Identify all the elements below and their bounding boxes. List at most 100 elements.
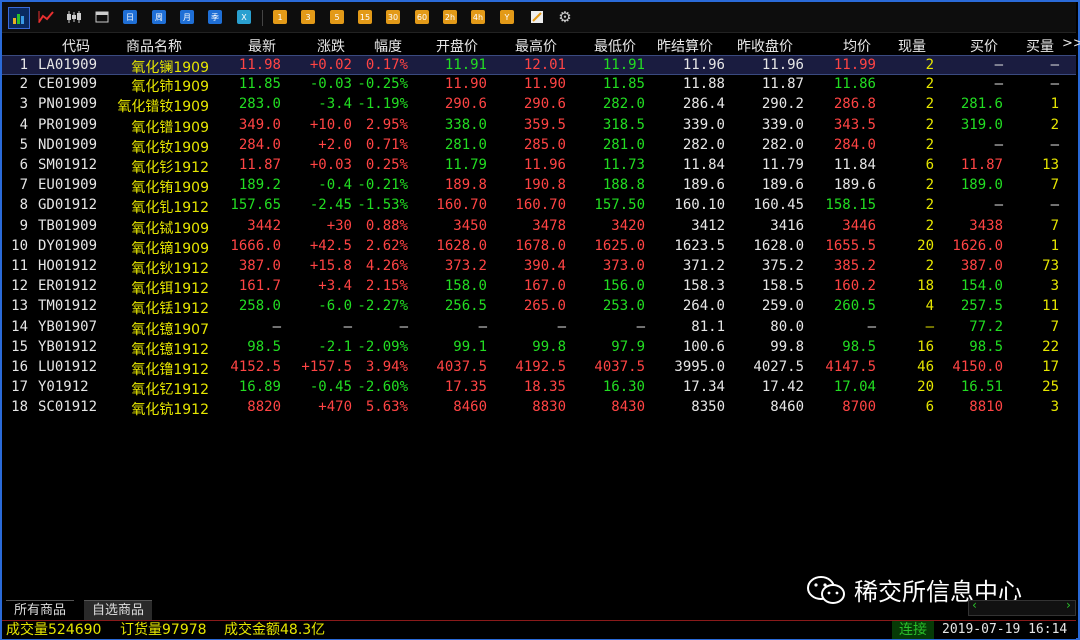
candlestick-icon[interactable] bbox=[64, 7, 84, 27]
col-last[interactable]: 最新 bbox=[248, 36, 276, 56]
col-avg[interactable]: 均价 bbox=[843, 36, 871, 56]
cell-chg: -3.4 bbox=[318, 96, 352, 113]
cell-last: 161.7 bbox=[238, 278, 281, 295]
more-columns-button[interactable]: >> bbox=[1062, 36, 1080, 51]
cell-pct: -2.27% bbox=[357, 298, 408, 315]
cell-last: 16.89 bbox=[238, 379, 281, 396]
cell-bidv: 22 bbox=[1042, 338, 1059, 355]
cell-open: — bbox=[478, 318, 487, 335]
window-icon[interactable] bbox=[92, 7, 112, 27]
table-row[interactable]: 8 GD01912 氧化钆1912 157.65 -2.45 -1.53% 160.70 16… bbox=[2, 196, 1076, 216]
cell-name: 氧化钆1912 bbox=[131, 200, 209, 217]
cell-code: CE01909 bbox=[38, 76, 98, 93]
cell-chg: -2.1 bbox=[318, 338, 352, 355]
table-row[interactable]: 18 SC01912 氧化钪1912 8820 +470 5.63% 8460 8830 843… bbox=[2, 398, 1076, 418]
cell-n: 9 bbox=[19, 217, 28, 234]
cell-high: 3478 bbox=[532, 217, 566, 234]
line-chart-icon[interactable] bbox=[36, 7, 56, 27]
col-open[interactable]: 开盘价 bbox=[436, 36, 478, 56]
cell-low: 3420 bbox=[611, 217, 645, 234]
col-volume[interactable]: 现量 bbox=[898, 36, 926, 56]
col-name[interactable]: 商品名称 bbox=[126, 36, 182, 56]
table-row[interactable]: 3 PN01909 氧化镨钕1909 283.0 -3.4 -1.19% 290.6 290.… bbox=[2, 95, 1076, 115]
edit-icon[interactable] bbox=[528, 7, 546, 27]
table-row[interactable]: 7 EU01909 氧化铕1909 189.2 -0.4 -0.21% 189.8 190.8… bbox=[2, 176, 1076, 196]
interval-60-button[interactable]: 60 bbox=[414, 7, 430, 27]
interval-4h-button[interactable]: 4h bbox=[470, 7, 486, 27]
table-row[interactable]: 10 DY01909 氧化镝1909 1666.0 +42.5 2.62% 1628.0 16… bbox=[2, 237, 1076, 257]
col-code[interactable]: 代码 bbox=[62, 36, 90, 56]
tab-favorites[interactable]: 自选商品 bbox=[84, 600, 153, 620]
table-row[interactable]: 2 CE01909 氧化铈1909 11.85 -0.03 -0.25% 11.90 11.9… bbox=[2, 75, 1076, 95]
cell-n: 17 bbox=[11, 379, 28, 396]
month-period-button[interactable]: 月 bbox=[179, 7, 195, 27]
cell-vol: 18 bbox=[917, 278, 934, 295]
cell-pset: 11.96 bbox=[682, 57, 725, 73]
day-period-button[interactable]: 日 bbox=[122, 7, 138, 27]
gear-icon[interactable]: ⚙ bbox=[556, 7, 574, 27]
table-row[interactable]: 6 SM01912 氧化钐1912 11.87 +0.03 0.25% 11.79 11.96… bbox=[2, 156, 1076, 176]
cell-chg: +470 bbox=[318, 399, 352, 416]
col-bid[interactable]: 买价 bbox=[970, 36, 998, 56]
table-row[interactable]: 15 YB01912 氧化镱1912 98.5 -2.1 -2.09% 99.1 99.8 97… bbox=[2, 338, 1076, 358]
col-low[interactable]: 最低价 bbox=[594, 36, 636, 56]
interval-5-button[interactable]: 5 bbox=[329, 7, 345, 27]
table-row[interactable]: 14 YB01907 氧化镱1907 — — — — — — 81.1 80.0 — — 77.2 7 bbox=[2, 318, 1076, 338]
bar-chart-icon[interactable] bbox=[8, 7, 30, 29]
table-row[interactable]: 1 LA01909 氧化镧1909 11.98 +0.02 0.17% 11.91 12.01… bbox=[2, 55, 1076, 76]
cell-last: 387.0 bbox=[238, 258, 281, 274]
cell-open: 256.5 bbox=[444, 298, 487, 315]
cell-high: 11.96 bbox=[523, 157, 566, 173]
table-row[interactable]: 13 TM01912 氧化铥1912 258.0 -6.0 -2.27% 256.5 265.… bbox=[2, 297, 1076, 317]
interval-30-button[interactable]: 30 bbox=[385, 7, 401, 27]
cell-low: 1625.0 bbox=[594, 237, 645, 254]
table-row[interactable]: 4 PR01909 氧化镨1909 349.0 +10.0 2.95% 338.0 359.5… bbox=[2, 116, 1076, 136]
cell-bidv: 11 bbox=[1042, 298, 1059, 315]
cell-pset: 8350 bbox=[691, 399, 725, 416]
cell-pct: 0.17% bbox=[365, 57, 408, 73]
cell-chg: +0.03 bbox=[309, 157, 352, 173]
interval-1-button[interactable]: 1 bbox=[272, 7, 288, 27]
cell-code: PR01909 bbox=[38, 116, 98, 133]
cell-chg: +30 bbox=[326, 217, 352, 234]
table-row[interactable]: 11 HO01912 氧化钬1912 387.0 +15.8 4.26% 373.2 390.… bbox=[2, 257, 1076, 277]
cell-open: 338.0 bbox=[444, 116, 487, 133]
col-prev-settle[interactable]: 昨结算价 bbox=[657, 36, 713, 56]
table-row[interactable]: 16 LU01912 氧化镥1912 4152.5 +157.5 3.94% 4037.5 4… bbox=[2, 358, 1076, 378]
cell-last: 11.98 bbox=[238, 57, 281, 73]
cell-chg: -0.4 bbox=[318, 177, 352, 194]
x-period-button[interactable]: X bbox=[236, 7, 252, 27]
col-percent[interactable]: 幅度 bbox=[374, 36, 402, 56]
cell-vol: 2 bbox=[925, 177, 934, 194]
cell-vol: — bbox=[925, 318, 934, 335]
cell-vol: 2 bbox=[925, 197, 934, 214]
tab-all-products[interactable]: 所有商品 bbox=[6, 600, 75, 620]
table-row[interactable]: 5 ND01909 氧化钕1909 284.0 +2.0 0.71% 281.0 285.0 2… bbox=[2, 136, 1076, 156]
col-high[interactable]: 最高价 bbox=[515, 36, 557, 56]
cell-chg: -0.03 bbox=[309, 76, 352, 93]
cell-code: LU01912 bbox=[38, 359, 98, 375]
toolbar-divider bbox=[262, 10, 263, 26]
cell-high: 11.90 bbox=[523, 76, 566, 93]
cell-open: 99.1 bbox=[453, 338, 487, 355]
table-row[interactable]: 9 TB01909 氧化铽1909 3442 +30 0.88% 3450 3478 3420 3… bbox=[2, 217, 1076, 237]
interval-y-button[interactable]: Y bbox=[499, 7, 515, 27]
cell-bid: 257.5 bbox=[960, 298, 1003, 315]
cell-code: EU01909 bbox=[38, 177, 98, 194]
interval-15-button[interactable]: 15 bbox=[357, 7, 373, 27]
quarter-period-button[interactable]: 季 bbox=[207, 7, 223, 27]
table-row[interactable]: 17 Y01912 氧化钇1912 16.89 -0.45 -2.60% 17.35 18.3… bbox=[2, 378, 1076, 398]
cell-last: 11.87 bbox=[238, 157, 281, 173]
col-change[interactable]: 涨跌 bbox=[317, 36, 345, 56]
interval-2h-button[interactable]: 2h bbox=[442, 7, 458, 27]
col-prev-close[interactable]: 昨收盘价 bbox=[737, 36, 793, 56]
cell-avg: 284.0 bbox=[833, 136, 876, 153]
cell-avg: 1655.5 bbox=[825, 237, 876, 254]
col-bid-volume[interactable]: 买量 bbox=[1026, 36, 1054, 56]
week-period-button[interactable]: 周 bbox=[151, 7, 167, 27]
cell-avg: 3446 bbox=[842, 217, 876, 234]
table-row[interactable]: 12 ER01912 氧化铒1912 161.7 +3.4 2.15% 158.0 167.0… bbox=[2, 277, 1076, 297]
connection-status[interactable]: 连接 bbox=[892, 621, 934, 639]
interval-3-button[interactable]: 3 bbox=[300, 7, 316, 27]
cell-bid: 98.5 bbox=[969, 338, 1003, 355]
